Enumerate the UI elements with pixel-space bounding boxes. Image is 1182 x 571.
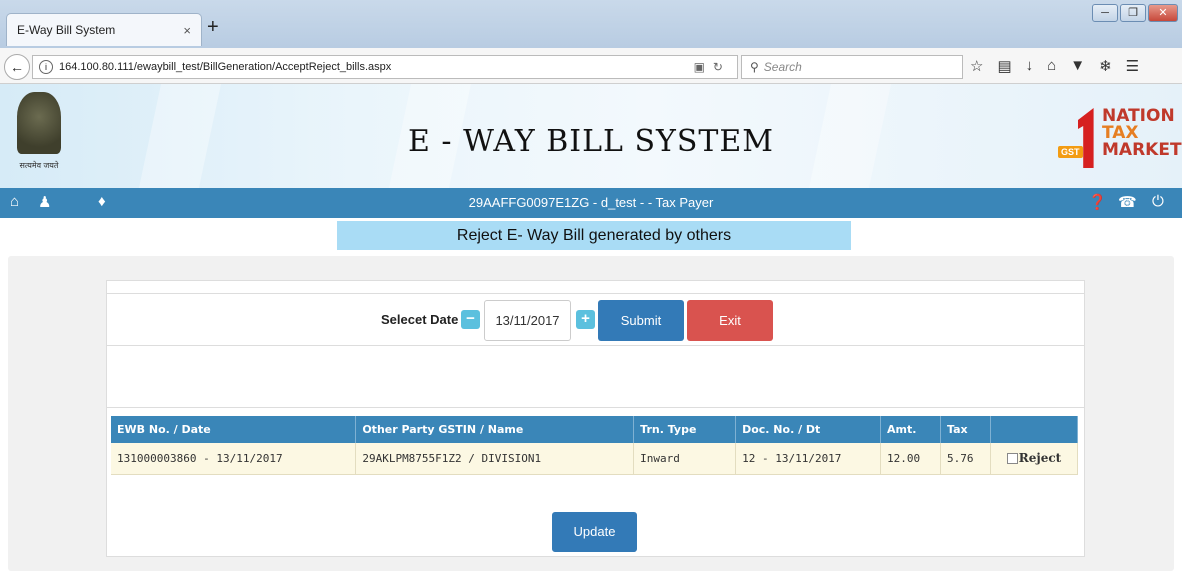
date-increment-button[interactable]: + [576,310,595,329]
divider [107,293,1084,294]
party-cell: 29AKLPM8755F1Z2 / DIVISION1 [355,443,635,475]
emblem-motto: सत्यमेव जयते [19,161,59,170]
pocket-icon[interactable]: ▼ [1070,57,1085,75]
minimize-icon[interactable]: ─ [1092,4,1118,22]
menu-icon[interactable]: ☰ [1126,57,1139,75]
maximize-icon[interactable]: ❐ [1120,4,1146,22]
bookmark-star-icon[interactable]: ☆ [970,57,983,75]
exit-button[interactable]: Exit [687,300,773,341]
page-title: Reject E- Way Bill generated by others [337,221,851,250]
logo-words: NATION TAX MARKET [1102,108,1182,159]
reject-checkbox[interactable] [1006,452,1018,464]
tab-close-icon[interactable]: × [183,23,191,38]
new-tab-icon[interactable]: + [207,16,219,38]
tax-cell: 5.76 [940,443,991,475]
window-controls: ─ ❐ ✕ [1092,4,1178,22]
download-icon[interactable]: ↓ [1026,57,1034,75]
reader-reload-icons[interactable]: ▣↻ [694,60,731,74]
site-title: E - WAY BILL SYSTEM [407,124,775,159]
back-icon[interactable]: ← [4,54,30,80]
date-input[interactable]: 13/11/2017 [484,300,571,341]
date-decrement-button[interactable]: − [461,310,480,329]
reading-list-icon[interactable]: ▤ [997,57,1011,75]
amount-cell: 12.00 [880,443,941,475]
logo-one-shape [1078,108,1094,168]
close-icon[interactable]: ✕ [1148,4,1178,22]
doc-cell: 12 - 13/11/2017 [735,443,882,475]
column-header: Doc. No. / Dt [735,416,882,443]
column-header [990,416,1079,443]
logo-word: MARKET [1102,140,1182,160]
column-header: Other Party GSTIN / Name [355,416,635,443]
trn-type-cell: Inward [633,443,737,475]
divider [107,345,1084,346]
ewb-table: EWB No. / Date Other Party GSTIN / Name … [111,416,1079,475]
home-icon[interactable]: ⌂ [1047,57,1056,75]
user-info: 29AAFFG0097E1ZG - d_test - - Tax Payer [468,195,714,210]
update-button[interactable]: Update [552,512,637,552]
browser-toolbar-icons: ☆ ▤ ↓ ⌂ ▼ ❄ ☰ [970,57,1139,75]
logo-gst-badge: GST [1058,146,1083,158]
power-icon[interactable]: ⏻ [1152,193,1164,210]
address-bar[interactable]: i 164.100.80.111/ewaybill_test/BillGener… [32,55,738,79]
submit-button[interactable]: Submit [598,300,684,341]
phone-icon[interactable]: ☎ [1118,193,1137,211]
column-header: Trn. Type [633,416,737,443]
extension-icon[interactable]: ❄ [1099,57,1112,75]
search-placeholder: Search [763,60,802,74]
reject-label[interactable]: Reject [1019,451,1061,465]
nation-tax-market-logo: GST NATION TAX MARKET [1054,108,1182,168]
column-header: EWB No. / Date [111,416,357,443]
site-header: सत्यमेव जयते E - WAY BILL SYSTEM GST NAT… [0,84,1182,188]
info-icon[interactable]: i [39,60,53,74]
search-icon: ⚲ [750,60,759,74]
divider [107,407,1084,408]
browser-nav-bar: ← i 164.100.80.111/ewaybill_test/BillGen… [0,48,1182,84]
tab-title: E-Way Bill System [17,23,116,37]
browser-tab-bar: E-Way Bill System × + ─ ❐ ✕ [0,0,1182,48]
reject-cell: Reject [990,443,1079,475]
browser-tab[interactable]: E-Way Bill System × [6,13,202,46]
table-row: 131000003860 - 13/11/2017 29AKLPM8755F1Z… [111,443,1079,475]
ewb-cell: 131000003860 - 13/11/2017 [111,443,357,475]
help-icon[interactable]: ❓ [1088,193,1107,211]
url-text: 164.100.80.111/ewaybill_test/BillGenerat… [59,61,392,73]
column-header: Amt. [880,416,941,443]
column-header: Tax [940,416,991,443]
table-header-row: EWB No. / Date Other Party GSTIN / Name … [111,416,1079,443]
search-input[interactable]: ⚲ Search [741,55,963,79]
top-nav: ⌂ ♟ ♦ 29AAFFG0097E1ZG - d_test - - Tax P… [0,188,1182,218]
date-label: Selecet Date [381,312,459,327]
